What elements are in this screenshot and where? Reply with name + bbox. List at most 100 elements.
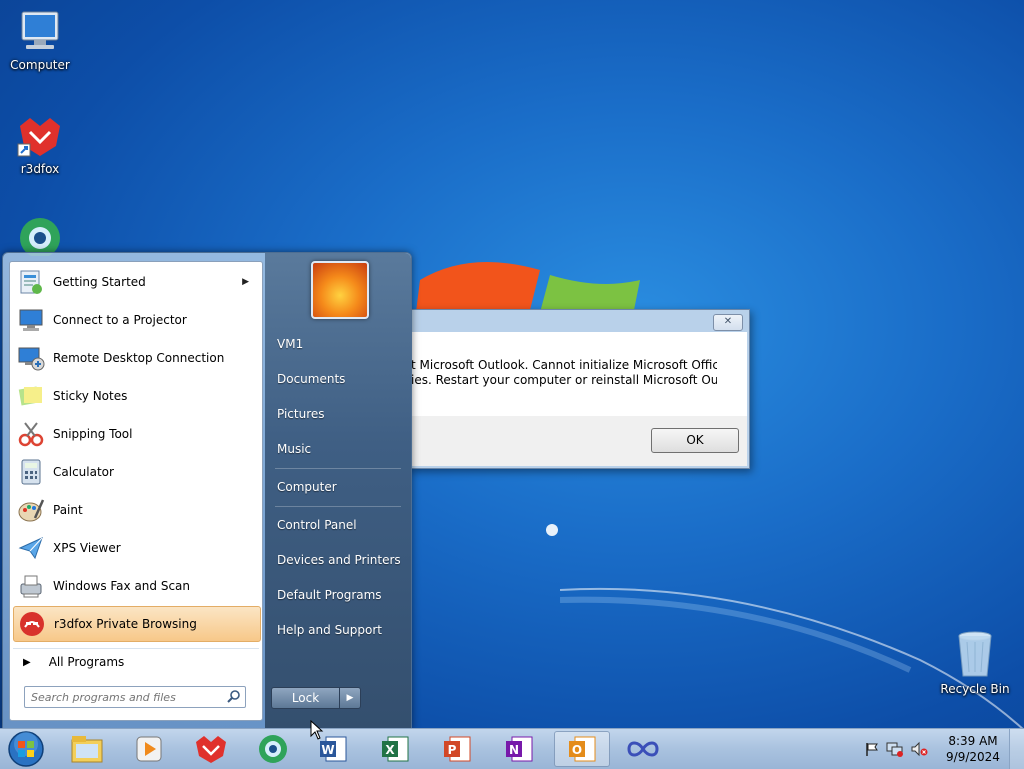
onenote-icon: N <box>506 736 533 762</box>
taskbar-onenote[interactable]: N <box>492 731 546 767</box>
dialog-close-button[interactable]: ✕ <box>713 314 743 331</box>
start-item-r3dfox-private[interactable]: r3dfox Private Browsing <box>13 606 261 642</box>
start-button[interactable] <box>6 730 46 768</box>
start-link-music[interactable]: Music <box>277 442 311 456</box>
start-item-getting-started[interactable]: Getting Started ▶ <box>13 264 259 300</box>
desktop-icon-r3dfox[interactable]: r3dfox <box>2 112 78 176</box>
start-item-paint[interactable]: Paint <box>13 492 259 528</box>
r3dfox-private-icon <box>16 608 48 640</box>
start-item-label: r3dfox Private Browsing <box>54 617 197 631</box>
ok-button[interactable]: OK <box>651 428 739 453</box>
start-item-calculator[interactable]: Calculator <box>13 454 259 490</box>
taskbar-outlook[interactable]: O <box>554 731 610 767</box>
svg-text:X: X <box>385 743 395 757</box>
dialog-message: t Microsoft Outlook. Cannot initialize M… <box>411 358 717 388</box>
start-menu-programs-pane: Getting Started ▶ Connect to a Projector… <box>9 261 263 721</box>
desktop-icon-label: Computer <box>10 58 70 72</box>
taskbar-r3dfox[interactable] <box>184 731 238 767</box>
start-item-label: Snipping Tool <box>53 427 133 441</box>
desktop-icon-computer[interactable]: Computer <box>2 8 78 72</box>
desktop-icon-label: Recycle Bin <box>940 682 1010 696</box>
taskbar: W X P N O 8:39 AM 9/9/2024 <box>0 728 1024 769</box>
outlook-icon: O <box>569 736 596 762</box>
user-avatar[interactable] <box>311 261 369 319</box>
browser-globe-icon <box>259 735 287 763</box>
all-programs-button[interactable]: ▶ All Programs <box>13 648 259 675</box>
start-link-pictures[interactable]: Pictures <box>277 407 325 421</box>
r3dfox-icon <box>17 118 60 157</box>
start-item-xps-viewer[interactable]: XPS Viewer <box>13 530 259 566</box>
start-item-label: Remote Desktop Connection <box>53 351 225 365</box>
taskbar-media-player[interactable] <box>122 731 176 767</box>
start-item-label: Connect to a Projector <box>53 313 187 327</box>
start-link-devices-printers[interactable]: Devices and Printers <box>277 553 401 567</box>
taskbar-excel[interactable]: X <box>368 731 422 767</box>
dialog-message-line: t Microsoft Outlook. Cannot initialize M… <box>411 358 717 372</box>
volume-muted-icon[interactable] <box>910 741 928 757</box>
explorer-icon <box>71 736 103 763</box>
media-player-icon <box>136 736 162 762</box>
close-icon: ✕ <box>723 316 733 327</box>
action-center-flag-icon[interactable] <box>864 741 880 757</box>
clock-date: 9/9/2024 <box>946 750 1000 764</box>
lock-button[interactable]: Lock <box>272 688 340 708</box>
start-item-label: Getting Started <box>53 275 146 289</box>
svg-text:N: N <box>509 743 519 757</box>
computer-icon <box>21 11 59 49</box>
dialog-message-line: ies. Restart your computer or reinstall … <box>411 373 717 387</box>
lock-button-group: Lock ▶ <box>271 687 361 709</box>
start-link-default-programs[interactable]: Default Programs <box>277 588 382 602</box>
shutdown-options-arrow[interactable]: ▶ <box>340 688 360 708</box>
all-programs-label: All Programs <box>48 655 125 669</box>
clock-time: 8:39 AM <box>948 734 998 748</box>
start-item-remote-desktop[interactable]: Remote Desktop Connection <box>13 340 259 376</box>
start-link-help-support[interactable]: Help and Support <box>277 623 382 637</box>
start-item-label: Sticky Notes <box>53 389 128 403</box>
start-separator <box>275 506 401 507</box>
arrow-right-icon: ▶ <box>23 656 31 668</box>
infinity-icon <box>627 741 659 757</box>
calculator-icon <box>15 456 47 488</box>
svg-text:P: P <box>448 743 457 757</box>
excel-icon: X <box>382 736 409 762</box>
start-item-sticky-notes[interactable]: Sticky Notes <box>13 378 259 414</box>
search-icon[interactable] <box>227 689 241 703</box>
start-link-documents[interactable]: Documents <box>277 372 345 386</box>
svg-text:W: W <box>321 743 334 757</box>
start-item-snipping-tool[interactable]: Snipping Tool <box>13 416 259 452</box>
start-item-label: Calculator <box>53 465 114 479</box>
search-input[interactable] <box>29 689 223 705</box>
taskbar-browser[interactable] <box>246 731 300 767</box>
xps-viewer-icon <box>15 532 47 564</box>
remote-desktop-icon <box>15 342 47 374</box>
network-icon[interactable] <box>886 741 904 757</box>
show-desktop-button[interactable] <box>1009 729 1024 769</box>
projector-icon <box>15 304 47 336</box>
dialog-titlebar[interactable]: ✕ <box>409 310 749 332</box>
start-item-label: Windows Fax and Scan <box>53 579 191 593</box>
start-link-user[interactable]: VM1 <box>277 337 303 351</box>
taskbar-clock[interactable]: 8:39 AM 9/9/2024 <box>944 733 1002 765</box>
start-item-connect-projector[interactable]: Connect to a Projector <box>13 302 259 338</box>
taskbar-explorer[interactable] <box>60 731 114 767</box>
desktop-icon-recycle-bin[interactable]: Recycle Bin <box>937 628 1013 696</box>
paint-icon <box>15 494 47 526</box>
recycle-bin-icon <box>958 631 992 677</box>
submenu-arrow-icon: ▶ <box>242 277 249 287</box>
taskbar-powerpoint[interactable]: P <box>430 731 484 767</box>
r3dfox-icon <box>196 736 226 763</box>
mouse-cursor-icon <box>310 720 324 740</box>
start-link-control-panel[interactable]: Control Panel <box>277 518 357 532</box>
dialog-body: t Microsoft Outlook. Cannot initialize M… <box>411 332 747 416</box>
start-link-computer[interactable]: Computer <box>277 480 337 494</box>
start-item-fax-scan[interactable]: Windows Fax and Scan <box>13 568 259 604</box>
start-menu-places-pane: VM1 Documents Pictures Music Computer Co… <box>265 253 411 729</box>
desktop-icon-label: r3dfox <box>20 162 60 176</box>
outlook-error-dialog: ✕ t Microsoft Outlook. Cannot initialize… <box>408 309 750 469</box>
start-search-box <box>24 686 246 708</box>
taskbar-infinity-app[interactable] <box>616 731 670 767</box>
getting-started-icon <box>15 266 47 298</box>
svg-text:O: O <box>572 743 582 757</box>
fax-scan-icon <box>15 570 47 602</box>
start-separator <box>275 468 401 469</box>
